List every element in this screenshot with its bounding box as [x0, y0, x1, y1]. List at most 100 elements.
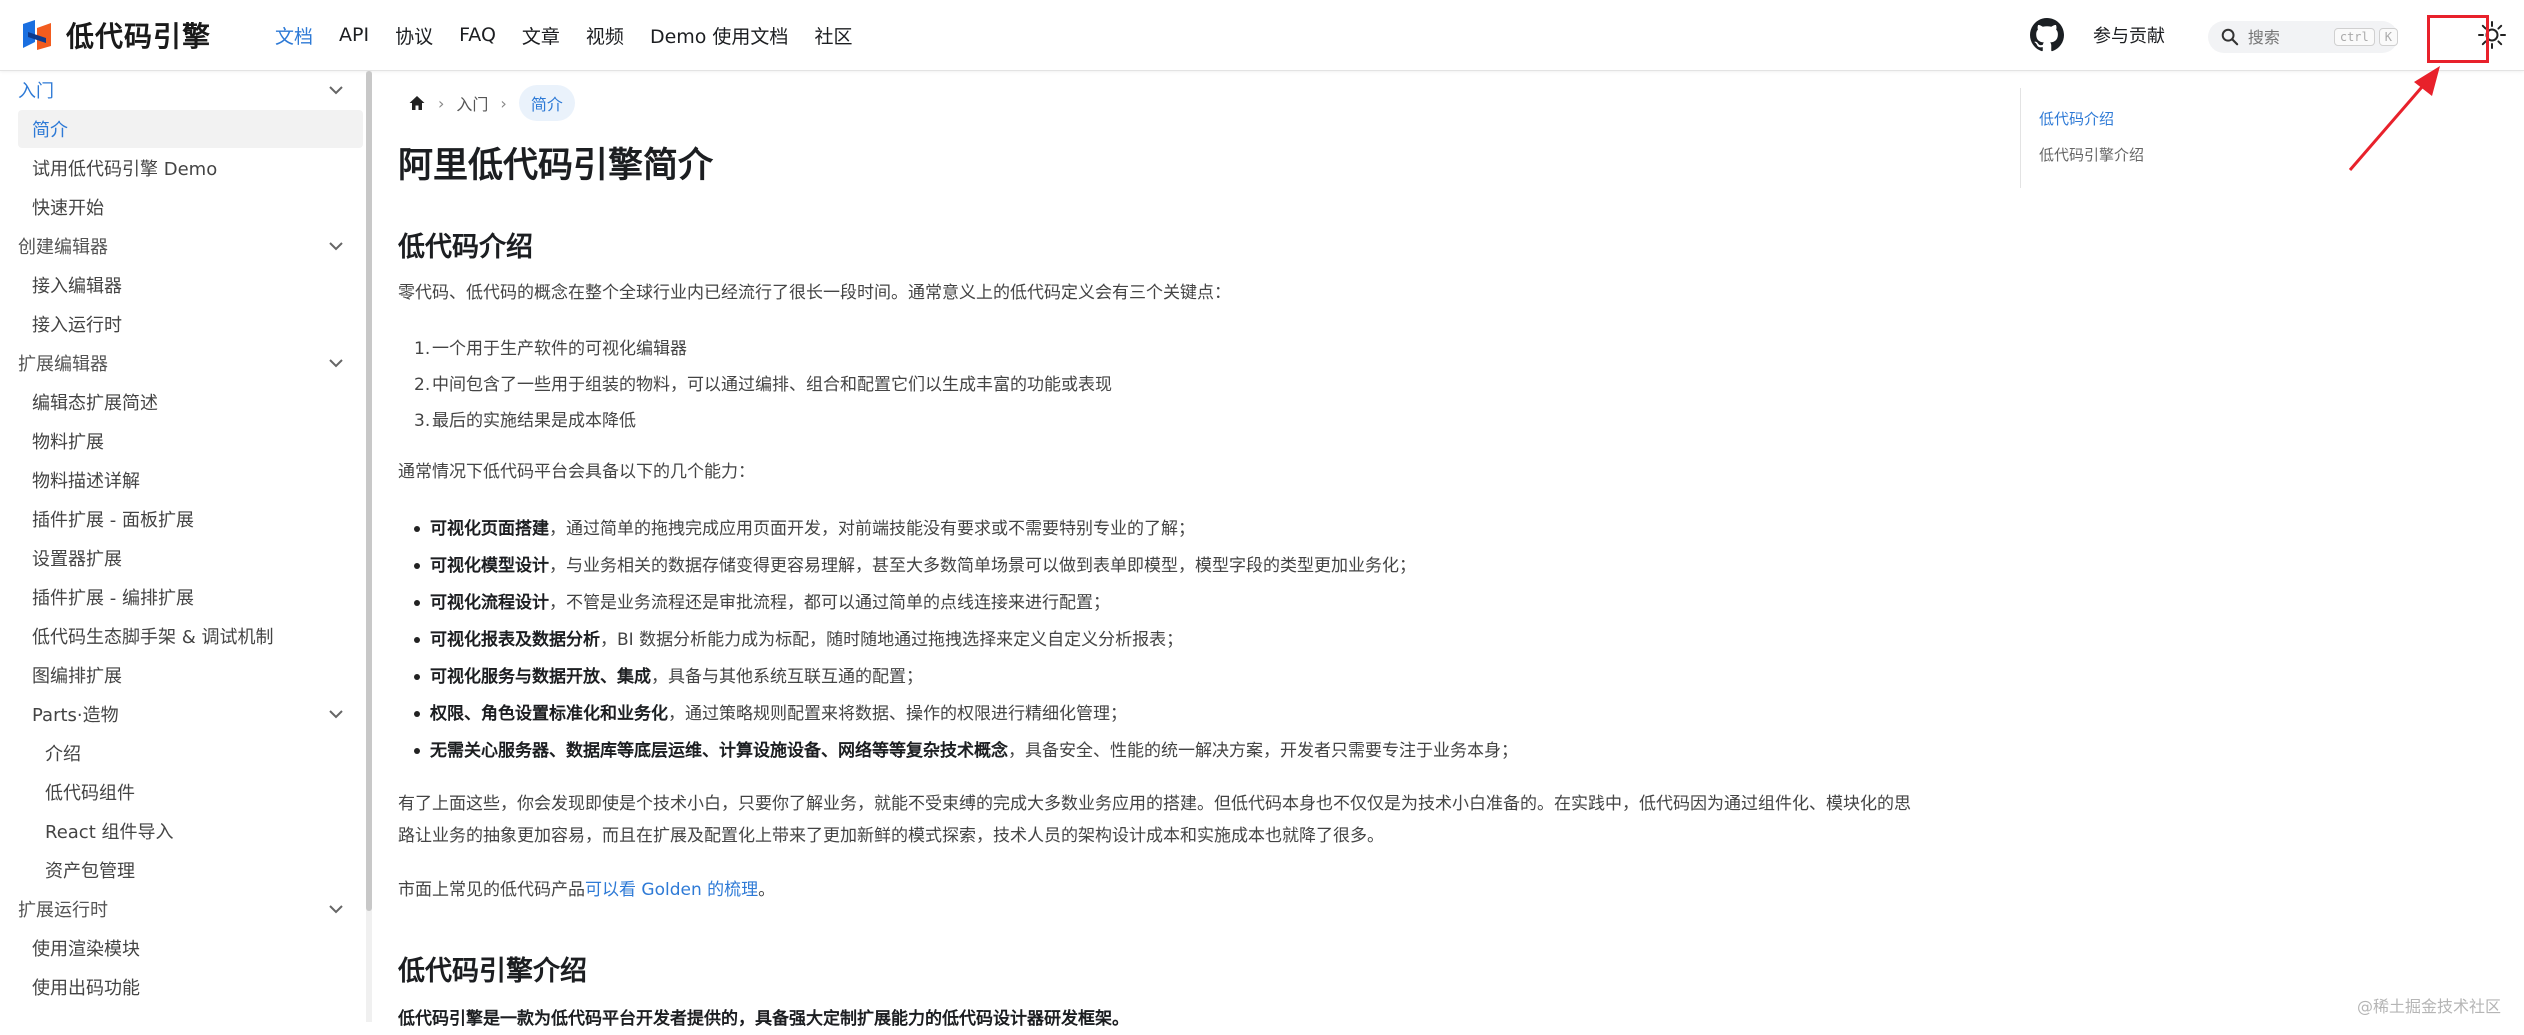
sidebar-item-scaffold-debug[interactable]: 低代码生态脚手架 & 调试机制 — [18, 617, 363, 655]
sidebar-item-label: 介绍 — [45, 744, 81, 765]
sidebar-item-intro[interactable]: 简介 — [18, 110, 363, 148]
paragraph-products: 市面上常见的低代码产品可以看 Golden 的梳理。 — [398, 874, 775, 906]
bullet-list-item: 权限、角色设置标准化和业务化，通过策略规则配置来将数据、操作的权限进行精细化管理… — [414, 700, 1127, 728]
sidebar-item-editing-overview[interactable]: 编辑态扩展简述 — [18, 383, 363, 421]
sidebar-item-plugin-panel[interactable]: 插件扩展 - 面板扩展 — [18, 500, 363, 538]
sidebar-item-demo[interactable]: 试用低代码引擎 Demo — [18, 149, 363, 187]
sidebar-item-label: 使用出码功能 — [32, 978, 140, 999]
bullet-bold: 可视化模型设计 — [430, 556, 549, 576]
sidebar-scrollbar-thumb[interactable] — [366, 71, 372, 911]
sidebar-item-label: 扩展运行时 — [18, 900, 108, 921]
sidebar-item-material-extension[interactable]: 物料扩展 — [18, 422, 363, 460]
sidebar-item-label: 设置器扩展 — [32, 549, 122, 570]
nav-link-community[interactable]: 社区 — [814, 22, 852, 49]
paragraph-text: 市面上常见的低代码产品 — [398, 880, 585, 900]
breadcrumb-separator: › — [438, 93, 445, 113]
breadcrumb-item-current: 简介 — [518, 85, 575, 121]
chevron-down-icon[interactable] — [327, 354, 345, 372]
sidebar-category-create-editor[interactable]: 创建编辑器 — [18, 227, 363, 265]
sidebar-item-label: 低代码组件 — [45, 783, 135, 804]
sidebar-item-label: 使用渲染模块 — [32, 939, 140, 960]
list-item-text: 一个用于生产软件的可视化编辑器 — [432, 339, 687, 359]
nav-link-videos[interactable]: 视频 — [586, 22, 624, 49]
nav-link-demo-docs[interactable]: Demo 使用文档 — [650, 22, 789, 49]
sidebar-subcategory-parts[interactable]: Parts·造物 — [18, 695, 363, 733]
list-number: 3. — [414, 411, 431, 431]
brand-home-link[interactable]: 低代码引擎 — [20, 17, 211, 53]
bullet — [414, 600, 420, 606]
list-item-text: 最后的实施结果是成本降低 — [432, 411, 636, 431]
sidebar-item-label: 图编排扩展 — [32, 666, 122, 687]
sidebar-item-lowcode-components[interactable]: 低代码组件 — [18, 773, 363, 811]
paragraph-summary-line2: 路让业务的抽象更加容易，而且在扩展及配置化上带来了更加新鲜的模式探索，技术人员的… — [398, 826, 1384, 846]
bullet-text: ，不管是业务流程还是审批流程，都可以通过简单的点线连接来进行配置； — [549, 593, 1110, 613]
kbd-ctrl: ctrl — [2333, 28, 2375, 46]
sidebar-item-parts-intro[interactable]: 介绍 — [18, 734, 363, 772]
sidebar-item-material-description[interactable]: 物料描述详解 — [18, 461, 363, 499]
paragraph-text: 。 — [758, 880, 776, 900]
chevron-down-icon[interactable] — [327, 237, 345, 255]
sidebar-category-getting-started[interactable]: 入门 — [18, 71, 363, 109]
sidebar-item-render-module[interactable]: 使用渲染模块 — [18, 929, 363, 967]
search-input[interactable] — [2245, 26, 2330, 48]
ordered-list-item: 1. 一个用于生产软件的可视化编辑器 — [414, 335, 687, 363]
bullet-text: ，具备安全、性能的统一解决方案，开发者只需要专注于业务本身； — [1008, 741, 1518, 761]
sidebar-item-label: 创建编辑器 — [18, 237, 108, 258]
sidebar-item-label: 物料描述详解 — [32, 471, 140, 492]
sidebar-item-label: 低代码生态脚手架 & 调试机制 — [32, 627, 274, 648]
nav-link-protocol[interactable]: 协议 — [395, 22, 433, 49]
sidebar-category-extend-editor[interactable]: 扩展编辑器 — [18, 344, 363, 382]
sidebar-item-label: 编辑态扩展简述 — [32, 393, 158, 414]
paragraph-capabilities: 通常情况下低代码平台会具备以下的几个能力： — [398, 462, 755, 482]
chevron-down-icon[interactable] — [327, 705, 345, 723]
bullet-bold: 可视化页面搭建 — [430, 519, 549, 539]
bullet-bold: 可视化服务与数据开放、集成 — [430, 667, 651, 687]
sidebar-item-connect-editor[interactable]: 接入编辑器 — [18, 266, 363, 304]
home-icon[interactable] — [408, 94, 426, 112]
chevron-down-icon[interactable] — [327, 900, 345, 918]
annotation-arrow — [2348, 66, 2440, 171]
search-icon — [2221, 28, 2239, 46]
bullet-list-item: 无需关心服务器、数据库等底层运维、计算设施设备、网络等等复杂技术概念，具备安全、… — [414, 737, 1518, 765]
chevron-up-icon[interactable] — [327, 81, 345, 99]
breadcrumb: › 入门 › 简介 — [408, 85, 575, 121]
bullet-bold: 无需关心服务器、数据库等底层运维、计算设施设备、网络等等复杂技术概念 — [430, 741, 1008, 761]
list-number: 1. — [414, 339, 431, 359]
sidebar-item-label: 插件扩展 - 编排扩展 — [32, 588, 194, 609]
doc-content: › 入门 › 简介 阿里低代码引擎简介 低代码介绍 零代码、低代码的概念在整个全… — [398, 71, 1978, 1029]
golden-link[interactable]: 可以看 Golden 的梳理 — [585, 880, 758, 900]
sidebar-item-connect-runtime[interactable]: 接入运行时 — [18, 305, 363, 343]
search-box[interactable]: ctrl K — [2208, 21, 2398, 53]
docs-sidebar: 入门 简介 试用低代码引擎 Demo 快速开始 创建编辑器 接入编辑器 接入运行… — [0, 71, 367, 1022]
breadcrumb-item-getting-started[interactable]: 入门 — [456, 91, 488, 115]
github-icon[interactable] — [2030, 18, 2064, 52]
bullet-list-item: 可视化页面搭建，通过简单的拖拽完成应用页面开发，对前端技能没有要求或不需要特别专… — [414, 515, 1195, 543]
ordered-list-item: 2. 中间包含了一些用于组装的物料，可以通过编排、组合和配置它们以生成丰富的功能或… — [414, 371, 1112, 399]
bullet-text: ，通过简单的拖拽完成应用页面开发，对前端技能没有要求或不需要特别专业的了解； — [549, 519, 1195, 539]
section-heading-engine-intro: 低代码引擎介绍 — [398, 956, 587, 987]
sidebar-item-graph-extension[interactable]: 图编排扩展 — [18, 656, 363, 694]
bullet-text: ，具备与其他系统互联互通的配置； — [651, 667, 923, 687]
sidebar-item-label: 接入编辑器 — [32, 276, 122, 297]
sidebar-item-react-import[interactable]: React 组件导入 — [18, 812, 363, 850]
nav-link-articles[interactable]: 文章 — [522, 22, 560, 49]
sidebar-item-asset-package[interactable]: 资产包管理 — [18, 851, 363, 889]
sidebar-category-extend-runtime[interactable]: 扩展运行时 — [18, 890, 363, 928]
paragraph-summary-line1: 有了上面这些，你会发现即使是个技术小白，只要你了解业务，就能不受束缚的完成大多数… — [398, 794, 1911, 814]
sidebar-item-plugin-orchestration[interactable]: 插件扩展 - 编排扩展 — [18, 578, 363, 616]
table-of-contents: 低代码介绍 低代码引擎介绍 — [2020, 88, 2281, 188]
logo-icon — [23, 20, 51, 50]
nav-link-faq[interactable]: FAQ — [459, 24, 496, 46]
sidebar-item-label: Parts·造物 — [32, 705, 119, 726]
paragraph-intro: 零代码、低代码的概念在整个全球行业内已经流行了很长一段时间。通常意义上的低代码定… — [398, 283, 1231, 303]
contribute-link[interactable]: 参与贡献 — [2093, 22, 2165, 48]
sidebar-item-label: 入门 — [18, 81, 54, 102]
sidebar-item-quick-start[interactable]: 快速开始 — [18, 188, 363, 226]
toc-item-lowcode-intro[interactable]: 低代码介绍 — [2039, 108, 2114, 129]
bullet — [414, 637, 420, 643]
sidebar-item-code-generation[interactable]: 使用出码功能 — [18, 968, 363, 1006]
nav-link-docs[interactable]: 文档 — [275, 22, 313, 49]
toc-item-engine-intro[interactable]: 低代码引擎介绍 — [2039, 144, 2144, 165]
sidebar-item-setter-extension[interactable]: 设置器扩展 — [18, 539, 363, 577]
nav-link-api[interactable]: API — [339, 24, 369, 46]
